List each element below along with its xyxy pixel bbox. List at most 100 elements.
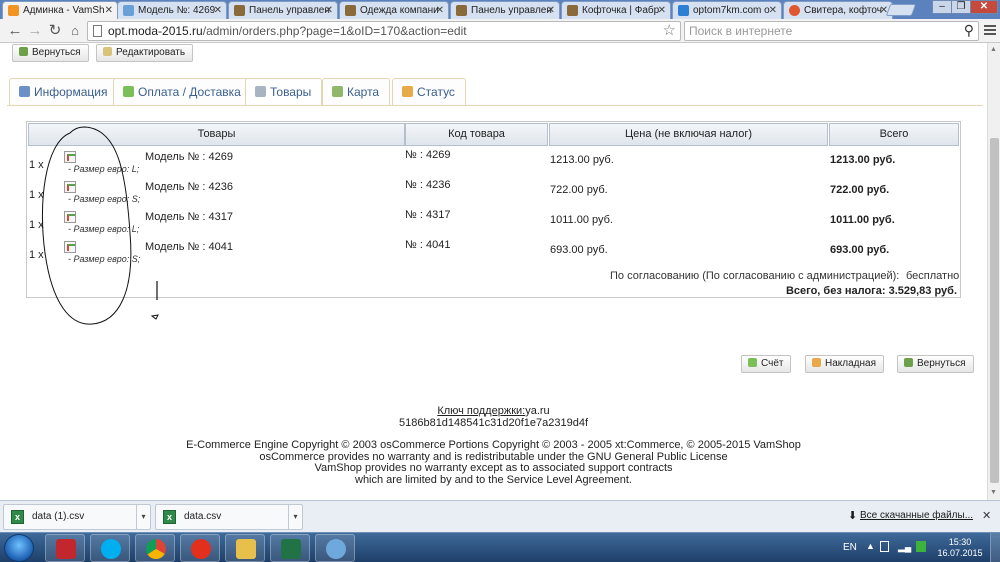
product-price: 1011.00 руб. (550, 214, 613, 226)
tab-map[interactable]: Карта (322, 78, 391, 106)
status-icon (402, 86, 413, 97)
back-button[interactable]: Вернуться (12, 44, 89, 62)
forward-arrow-icon[interactable]: → (26, 22, 44, 40)
tab-label: Товары (270, 85, 312, 99)
tab-close-icon[interactable]: ✕ (214, 2, 222, 19)
tab-title: Одежда компани (360, 5, 439, 16)
tab-status[interactable]: Статус (392, 78, 466, 106)
tab-information[interactable]: Информация (9, 78, 119, 106)
browser-tab[interactable]: Кофточка | Фабр ✕ (561, 1, 671, 19)
filezilla-icon[interactable] (45, 534, 85, 562)
chevron-down-icon[interactable]: ▾ (288, 505, 302, 529)
order-grand-total: Всего, без налога: 3.529,83 руб. (785, 285, 957, 297)
shop-favicon-icon (789, 5, 800, 16)
tab-label: Информация (34, 85, 108, 99)
tab-close-icon[interactable]: ✕ (769, 2, 777, 19)
edit-button[interactable]: Редактировать (96, 44, 194, 62)
tray-expand-icon[interactable]: ▲ (866, 541, 875, 551)
browser-tab[interactable]: Админка - VamSh ✕ (2, 1, 118, 19)
browser-tab[interactable]: Одежда компани ✕ (339, 1, 449, 19)
address-bar[interactable]: opt.moda-2015.ru/admin/orders.php?page=1… (87, 21, 681, 41)
reload-icon[interactable]: ↻ (46, 22, 64, 40)
product-qty: 1 x (29, 159, 44, 171)
chrome-icon[interactable] (135, 534, 175, 562)
broken-image-icon (64, 151, 76, 163)
browser-tab[interactable]: optom7km.com о ✕ (672, 1, 782, 19)
support-key-label: Ключ поддержки: (437, 405, 526, 417)
tab-payment-delivery[interactable]: Оплата / Доставка (113, 78, 252, 106)
info-icon (19, 86, 30, 97)
product-code: № : 4041 (405, 239, 451, 251)
table-row: 1 x - Размер евро: L; Модель № : 4317 № … (27, 209, 960, 241)
scroll-down-icon[interactable]: ▼ (990, 489, 997, 496)
language-indicator[interactable]: EN (843, 542, 857, 553)
product-model: Модель № : 4236 (145, 181, 233, 193)
tab-close-icon[interactable]: ✕ (436, 2, 444, 19)
return-button[interactable]: Вернуться (897, 355, 974, 373)
browser-tab[interactable]: Панель управлен ✕ (450, 1, 560, 19)
column-header-total: Всего (829, 123, 959, 146)
chevron-down-icon[interactable]: ▾ (136, 505, 150, 529)
browser-tab[interactable]: Модель №: 4269 ✕ (117, 1, 227, 19)
close-window-button[interactable]: ✕ (970, 0, 998, 14)
tray-app-icon[interactable] (916, 541, 926, 552)
packing-slip-button[interactable]: Накладная (805, 355, 885, 373)
download-filename: data (1).csv (32, 511, 85, 522)
product-size: - Размер евро: L; (68, 224, 140, 234)
product-model: Модель № : 4041 (145, 241, 233, 253)
scroll-up-icon[interactable]: ▲ (990, 46, 997, 53)
browser-menu-icon[interactable] (984, 25, 996, 37)
product-qty: 1 x (29, 189, 44, 201)
bookmark-star-icon[interactable]: ☆ (663, 22, 676, 40)
skype-icon[interactable] (90, 534, 130, 562)
tab-products[interactable]: Товары (245, 78, 323, 106)
paint-icon[interactable] (315, 534, 355, 562)
home-icon[interactable]: ⌂ (66, 22, 84, 40)
minimize-window-button[interactable]: – (932, 0, 952, 14)
tab-close-icon[interactable]: ✕ (658, 2, 666, 19)
tab-title: Панель управлен (249, 5, 330, 16)
all-downloads-link[interactable]: ⬇ Все скачанные файлы... (848, 510, 973, 522)
csv-file-icon (163, 505, 176, 529)
tab-divider (7, 105, 983, 106)
tab-close-icon[interactable]: ✕ (325, 2, 333, 19)
page-scrollbar[interactable]: ▲ ▼ (987, 43, 1000, 500)
browser-tab[interactable]: Панель управлен ✕ (228, 1, 338, 19)
yandex-glyph (191, 539, 211, 559)
show-desktop-button[interactable] (990, 533, 1000, 562)
windows-start-button[interactable] (4, 534, 34, 562)
back-arrow-icon[interactable]: ← (6, 22, 24, 40)
search-icon[interactable]: ⚲ (964, 21, 974, 39)
maximize-window-button[interactable]: ❐ (951, 0, 971, 14)
close-download-bar-icon[interactable]: ✕ (982, 509, 991, 522)
new-tab-button[interactable] (885, 4, 917, 16)
download-item[interactable]: data.csv ▾ (155, 504, 303, 530)
tab-close-icon[interactable]: ✕ (105, 2, 113, 19)
products-table: Товары Код товара Цена (не включая налог… (26, 121, 961, 298)
search-favicon-icon (678, 5, 689, 16)
tab-label: Карта (347, 85, 380, 99)
scrollbar-thumb[interactable] (990, 138, 999, 483)
tab-label: Оплата / Доставка (138, 85, 241, 99)
download-arrow-icon: ⬇ (848, 510, 858, 522)
product-size: - Размер евро: S; (68, 254, 141, 264)
invoice-button[interactable]: Счёт (741, 355, 792, 373)
excel-icon[interactable] (270, 534, 310, 562)
product-size: - Размер евро: S; (68, 194, 141, 204)
download-bar: data (1).csv ▾ data.csv ▾ ⬇Все скачанные… (0, 500, 1000, 532)
folder-icon[interactable] (225, 534, 265, 562)
product-total: 1213.00 руб. (830, 154, 896, 166)
download-item[interactable]: data (1).csv ▾ (3, 504, 151, 530)
shop-favicon-icon (234, 5, 245, 16)
yandex-browser-icon[interactable] (180, 534, 220, 562)
network-signal-icon[interactable]: ▂▄ (898, 542, 911, 553)
system-clock[interactable]: 15:30 16.07.2015 (935, 537, 985, 559)
folder-glyph (236, 539, 256, 559)
browser-search-input[interactable]: Поиск в интернете ⚲ (684, 21, 979, 41)
tray-device-icon[interactable] (880, 541, 889, 552)
skype-glyph (101, 539, 121, 559)
browser-tab[interactable]: Свитера, кофточ ✕ (783, 1, 893, 19)
tab-close-icon[interactable]: ✕ (547, 2, 555, 19)
browser-toolbar: ← → ↻ ⌂ opt.moda-2015.ru/admin/orders.ph… (0, 19, 1000, 43)
chrome-glyph (146, 539, 166, 559)
